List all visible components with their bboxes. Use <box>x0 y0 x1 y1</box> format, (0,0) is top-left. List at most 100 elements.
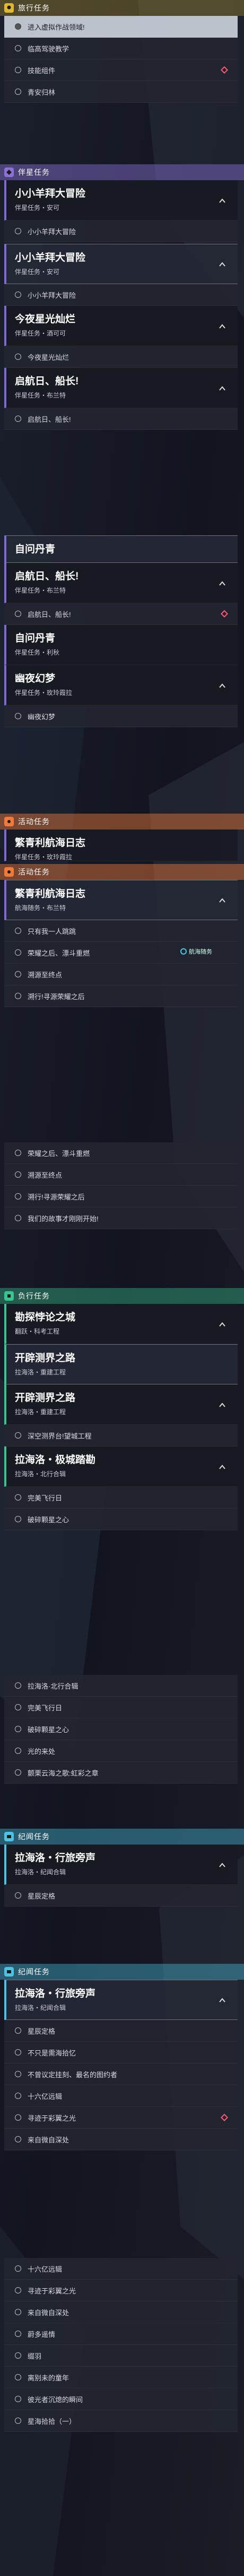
quest-row[interactable]: 缀羽 <box>4 2345 238 2367</box>
quest-row[interactable]: 十六亿远辑 <box>4 2258 238 2280</box>
chevron-up-icon[interactable] <box>219 682 226 690</box>
quest-row[interactable]: 不只是需海拾忆 <box>4 2042 238 2063</box>
quest-row[interactable]: 只有我一人跳跳 <box>4 920 238 942</box>
chevron-up-icon[interactable] <box>219 580 226 587</box>
quest-row[interactable]: 荣耀之后、漂斗重燃 <box>4 1142 238 1164</box>
quest-row[interactable]: 星海拾拾（一） <box>4 2410 238 2432</box>
quest-row[interactable]: 启航日、船长! <box>4 603 238 625</box>
quest-card[interactable]: 开辟测界之路 拉海洛・重建工程 <box>4 1384 238 1425</box>
event-icon <box>4 867 14 877</box>
chevron-up-icon[interactable] <box>219 1463 226 1471</box>
quest-subtitle: 伴星任务・安可 <box>15 204 60 211</box>
quest-row[interactable]: 溯源至终点 <box>4 1164 238 1186</box>
quest-row[interactable]: 星辰定格 <box>4 1885 238 1907</box>
quest-row[interactable]: 进入虚拟作战领域! <box>4 16 238 38</box>
quest-row[interactable]: 破碎颗星之心 <box>4 1718 238 1740</box>
quest-row[interactable]: 小小羊拜大冒险 <box>4 220 238 242</box>
quest-row[interactable]: 十六亿远辑 <box>4 2085 238 2107</box>
new-badge-icon <box>220 2113 229 2122</box>
quest-card[interactable]: 今夜星光灿烂 伴星任务・酒可可 <box>4 306 238 346</box>
chevron-up-icon[interactable] <box>219 897 226 904</box>
event-icon <box>4 817 14 826</box>
bullet-icon <box>15 1682 21 1689</box>
quest-card[interactable]: 勘探悖论之城 翻跃・科考工程 <box>4 1304 238 1344</box>
bullet-icon <box>15 971 21 977</box>
section-title: 纪闻任务 <box>18 1832 50 1841</box>
section-header-ranger[interactable]: 负行任务 <box>0 1288 244 1304</box>
quest-card[interactable]: 小小羊拜大冒险 伴星任务・安可 <box>4 244 238 284</box>
quest-card[interactable]: 繁青利航海日志 伴星任务・玫玲霞拉 <box>4 830 238 861</box>
bullet-icon <box>15 1193 21 1199</box>
chevron-up-icon[interactable] <box>219 1997 226 2004</box>
quest-row[interactable]: 寻迹于彩翼之光 <box>4 2280 238 2301</box>
section-title: 负行任务 <box>18 1292 50 1300</box>
quest-row[interactable]: 来自微自深处 <box>4 2129 238 2150</box>
bullet-icon <box>15 2136 21 2142</box>
bullet-icon <box>15 2287 21 2293</box>
bullet-icon <box>15 228 21 234</box>
quest-row[interactable]: 破碎颗星之心 <box>4 1508 238 1530</box>
quest-row[interactable]: 蔚多遥情 <box>4 2323 238 2345</box>
quest-row[interactable]: 完美飞行日 <box>4 1697 238 1718</box>
quest-title: 拉海洛・行旅旁声 <box>15 1852 96 1864</box>
quest-title: 勘探悖论之城 <box>15 1312 76 1323</box>
chevron-up-icon[interactable] <box>219 1321 226 1328</box>
bullet-icon <box>15 993 21 999</box>
quest-row[interactable]: 光的来处 <box>4 1740 238 1762</box>
quest-card[interactable]: 繁青利航海日志 航海随务・布兰特 <box>4 880 238 920</box>
quest-row[interactable]: 来自微自深处 <box>4 2301 238 2323</box>
bullet-icon <box>15 89 21 95</box>
section-header-event[interactable]: 活动任务 <box>0 814 244 830</box>
bullet-icon <box>15 1704 21 1710</box>
quest-row[interactable]: 我们的故事才刚刚开始! <box>4 1207 238 1229</box>
section-header-event[interactable]: 活动任务 <box>0 864 244 880</box>
quest-row[interactable]: 颤栗云海之歌:虹彩之章 <box>4 1762 238 1784</box>
tracking-tag[interactable]: 航海随务 <box>180 947 212 956</box>
quest-row[interactable]: 星辰定格 <box>4 2020 238 2042</box>
section-header-travel[interactable]: 旅行任务 <box>0 0 244 16</box>
section-title: 旅行任务 <box>18 4 50 12</box>
section-header-record[interactable]: 纪闻任务 <box>0 1829 244 1845</box>
bullet-icon <box>15 2374 21 2380</box>
section-header-record[interactable]: 纪闻任务 <box>0 1964 244 1980</box>
quest-row[interactable]: 彼光者沉熄的瞬间 <box>4 2388 238 2410</box>
chevron-up-icon[interactable] <box>219 1401 226 1409</box>
quest-card[interactable]: 小小羊拜大冒险 伴星任务・安可 <box>4 180 238 220</box>
bullet-icon <box>15 45 21 51</box>
quest-row[interactable]: 小小羊拜大冒险 <box>4 284 238 306</box>
chevron-up-icon[interactable] <box>219 197 226 205</box>
quest-row[interactable]: 溯行!寻源荣耀之后 <box>4 985 238 1007</box>
chevron-up-icon[interactable] <box>219 323 226 330</box>
quest-card[interactable]: 启航日、船长! 伴星任务・布兰特 <box>4 563 238 603</box>
quest-card[interactable]: 自问丹青 伴星任务・利秋 <box>4 625 238 665</box>
quest-subtitle: 拉海洛・纪闻合辑 <box>15 1868 66 1876</box>
quest-row[interactable]: 寻迹于彩翼之光 <box>4 2107 238 2129</box>
quest-title: 拉海洛・行旅旁声 <box>15 1988 96 1999</box>
quest-row[interactable]: 溯源至终点 <box>4 964 238 985</box>
quest-row[interactable]: 临高驾驶教学 <box>4 38 238 59</box>
quest-card[interactable]: 拉海洛・行旅旁声 拉海洛・纪闻合辑 <box>4 1980 238 2020</box>
quest-row[interactable]: 拉海洛·北行合辑 <box>4 1675 238 1697</box>
quest-card[interactable]: 自问丹青 <box>4 535 238 563</box>
quest-row[interactable]: 不曾议定挂刻、最名的图约者 <box>4 2063 238 2085</box>
quest-row[interactable]: 完美飞行日 <box>4 1487 238 1508</box>
quest-card[interactable]: 拉海洛・极城踏勘 拉海洛・北行合辑 <box>4 1446 238 1487</box>
quest-card[interactable]: 启航日、船长! 伴星任务・布兰特 <box>4 368 238 408</box>
chevron-up-icon[interactable] <box>219 385 226 392</box>
quest-row[interactable]: 溯行!寻源荣耀之后 <box>4 1186 238 1207</box>
quest-row[interactable]: 深空测界台!望城工程 <box>4 1425 238 1446</box>
quest-card[interactable]: 开辟测界之路 拉海洛・重建工程 <box>4 1344 238 1384</box>
quest-row[interactable]: 启航日、船长! <box>4 408 238 430</box>
bullet-icon <box>15 1171 21 1178</box>
quest-card[interactable]: 拉海洛・行旅旁声 拉海洛・纪闻合辑 <box>4 1845 238 1885</box>
bullet-icon <box>15 292 21 298</box>
chevron-up-icon[interactable] <box>219 1862 226 1869</box>
quest-row[interactable]: 今夜星光灿烂 <box>4 346 238 368</box>
quest-row[interactable]: 青安归林 <box>4 81 238 103</box>
section-header-companion[interactable]: 伴星任务 <box>0 164 244 180</box>
quest-row[interactable]: 离别未的童年 <box>4 2367 238 2388</box>
quest-row[interactable]: 技能组件 <box>4 59 238 81</box>
chevron-up-icon[interactable] <box>219 261 226 268</box>
quest-row[interactable]: 幽夜幻梦 <box>4 705 238 727</box>
quest-card[interactable]: 幽夜幻梦 伴星任务・玫玲霞拉 <box>4 665 238 705</box>
